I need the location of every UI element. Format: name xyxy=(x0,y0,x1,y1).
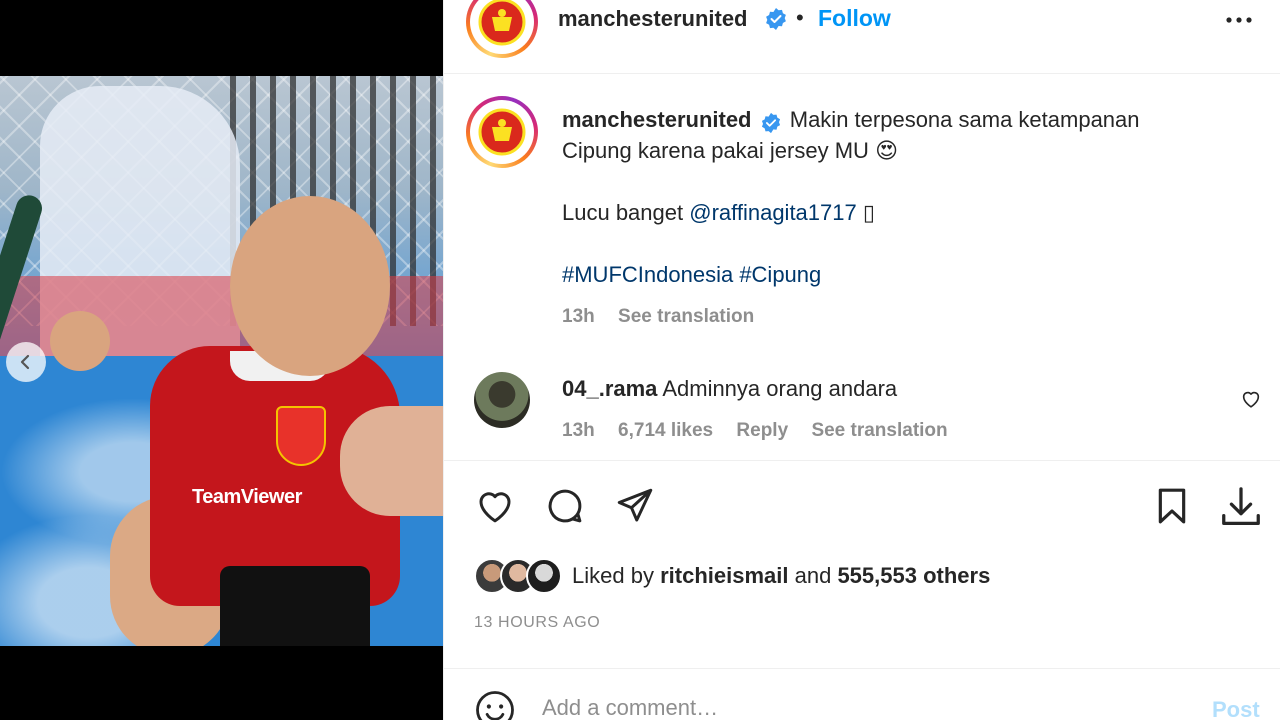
account-avatar[interactable] xyxy=(466,0,538,58)
caption-see-translation[interactable]: See translation xyxy=(618,306,754,327)
bookmark-icon[interactable] xyxy=(1152,485,1192,527)
comment-meta: 13h 6,714 likes Reply See translation xyxy=(562,420,966,442)
account-username[interactable]: manchesterunited xyxy=(558,6,748,32)
hashtag-link[interactable]: #MUFCIndonesia xyxy=(562,262,733,287)
video-jersey-crest xyxy=(276,406,326,466)
video-baby-shorts xyxy=(220,566,370,646)
post-header: manchesterunited • Follow xyxy=(444,0,1280,74)
hashtag-link[interactable]: #Cipung xyxy=(739,262,821,287)
video-jersey-sponsor: TeamViewer xyxy=(192,486,302,508)
comment-item: 04_.rama Adminnya orang andara 13h 6,714… xyxy=(444,372,1280,458)
caption-username[interactable]: manchesterunited xyxy=(562,107,752,132)
caption-avatar[interactable] xyxy=(466,96,538,168)
video-adult-hand xyxy=(340,406,443,516)
caption-line-2: Cipung karena pakai jersey MU xyxy=(562,138,869,163)
liked-by-and: and xyxy=(794,563,832,588)
liked-by-text: Liked by ritchieismail and 555,553 other… xyxy=(572,563,990,589)
comment-reply-button[interactable]: Reply xyxy=(736,420,788,441)
liked-by-others-link[interactable]: 555,553 others xyxy=(837,563,990,588)
liked-by-user-link[interactable]: ritchieismail xyxy=(660,563,788,588)
commenter-username[interactable]: 04_.rama xyxy=(562,376,657,401)
media-pane: TeamViewer xyxy=(0,0,443,720)
caption-meta: 13h See translation xyxy=(562,306,772,328)
comment-body: Adminnya orang andara xyxy=(662,376,898,401)
comment-icon[interactable] xyxy=(544,485,586,527)
video-baby-hand xyxy=(50,311,110,371)
club-crest-logo xyxy=(478,0,526,46)
share-icon[interactable] xyxy=(614,485,656,527)
club-crest-logo xyxy=(478,108,526,156)
video-baby-head xyxy=(230,196,390,376)
follow-button[interactable]: Follow xyxy=(818,5,891,32)
download-icon[interactable] xyxy=(1218,485,1264,531)
comment-time[interactable]: 13h xyxy=(562,420,595,441)
commenter-avatar[interactable] xyxy=(474,372,530,428)
comment-text: 04_.rama Adminnya orang andara xyxy=(562,376,897,402)
header-separator: • xyxy=(796,5,804,30)
verified-badge-icon xyxy=(761,112,780,133)
add-comment-bar: Post xyxy=(444,668,1280,720)
carousel-prev-button[interactable] xyxy=(6,342,46,382)
caption-time[interactable]: 13h xyxy=(562,306,595,327)
like-heart-icon[interactable] xyxy=(474,485,516,527)
action-bar xyxy=(444,460,1280,556)
comment-like-heart-icon[interactable] xyxy=(1240,388,1262,410)
comment-likes[interactable]: 6,714 likes xyxy=(618,420,713,441)
liker-avatar[interactable] xyxy=(526,558,562,594)
caption-line-1: Makin terpesona sama ketampanan xyxy=(789,107,1140,132)
heart-eyes-emoji: 😍 xyxy=(875,138,898,163)
post-video[interactable]: TeamViewer xyxy=(0,76,443,646)
likes-summary: Liked by ritchieismail and 555,553 other… xyxy=(474,556,990,596)
comment-input[interactable] xyxy=(542,695,1182,720)
comment-see-translation[interactable]: See translation xyxy=(811,420,947,441)
post-timestamp[interactable]: 13 HOURS AGO xyxy=(474,614,600,632)
chevron-left-icon xyxy=(20,354,30,370)
liked-by-prefix: Liked by xyxy=(572,563,654,588)
caption-glyph: ▯ xyxy=(862,200,875,225)
more-icon[interactable] xyxy=(1224,8,1254,32)
post-details-panel: manchesterunited • Follow manchesterunit… xyxy=(443,0,1280,720)
post-comment-button[interactable]: Post xyxy=(1212,697,1260,720)
verified-badge-icon xyxy=(766,8,786,30)
caption-mention-link[interactable]: @raffinagita1717 xyxy=(689,200,857,225)
emoji-icon[interactable] xyxy=(474,689,516,720)
caption-text: manchesterunited Makin terpesona sama ke… xyxy=(562,104,1242,290)
caption-line-3: Lucu banget xyxy=(562,200,684,225)
